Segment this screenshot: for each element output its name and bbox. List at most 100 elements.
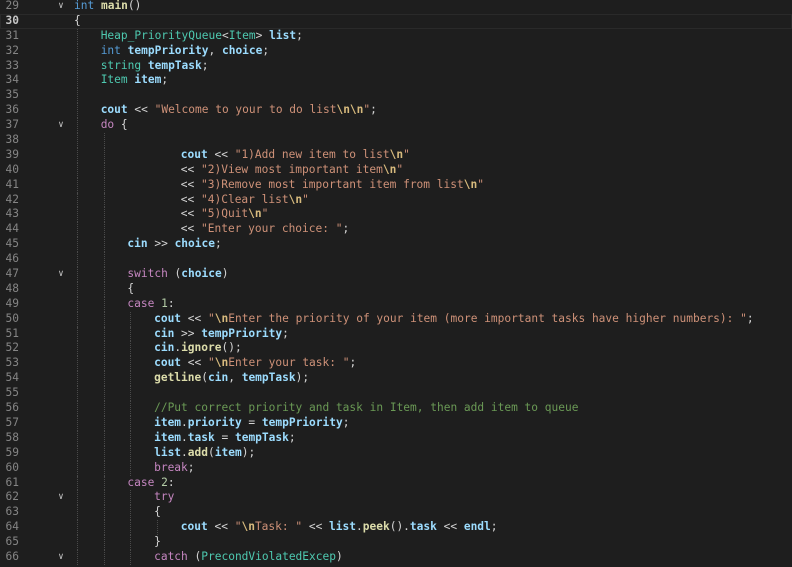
- code-token: ,: [228, 371, 242, 385]
- code-text: break;: [154, 461, 194, 476]
- code-line[interactable]: 44 << "Enter your choice: ";: [0, 222, 792, 238]
- code-line[interactable]: 53 cout << "\nEnter your task: ";: [0, 356, 792, 372]
- code-text: case 1:: [127, 297, 174, 312]
- indent-guide: [103, 207, 105, 223]
- code-line[interactable]: 47 ∨ switch (choice): [0, 267, 792, 282]
- code-text: int tempPriority, choice;: [101, 44, 269, 59]
- code-line[interactable]: 52 cin.ignore();: [0, 341, 792, 357]
- code-line[interactable]: 35: [0, 88, 792, 104]
- indent-guide: [130, 371, 132, 387]
- indent-guide: [103, 549, 105, 565]
- code-text: case 2:: [127, 476, 174, 491]
- code-token: \n: [389, 147, 404, 161]
- code-token: \n: [248, 207, 262, 221]
- fold-chevron-icon[interactable]: ∨: [55, 550, 67, 565]
- code-text: }: [154, 535, 161, 550]
- code-line[interactable]: 59 list.add(item);: [0, 445, 792, 461]
- line-number: 29: [5, 0, 19, 12]
- code-line[interactable]: 30 {: [0, 13, 792, 29]
- code-token: ;: [490, 520, 498, 534]
- line-number: 51: [5, 326, 19, 340]
- code-line[interactable]: 45 cin >> choice;: [0, 237, 792, 253]
- code-token: 1: [161, 296, 168, 310]
- code-line[interactable]: 55: [0, 386, 792, 402]
- indent-guide: [130, 549, 132, 565]
- code-line[interactable]: 49 case 1:: [0, 296, 792, 312]
- code-text: item.priority = tempPriority;: [154, 416, 349, 431]
- indent-guide: [103, 267, 105, 282]
- code-line[interactable]: 48 {: [0, 281, 792, 297]
- code-token: ;: [161, 73, 169, 87]
- code-line[interactable]: 64 cout << "\nTask: " << list.peek().task…: [0, 520, 792, 536]
- code-token: >>: [174, 326, 202, 340]
- code-line[interactable]: 41 << "3)Remove most important item from …: [0, 177, 792, 193]
- code-token: cout: [100, 103, 128, 117]
- code-text: cin >> choice;: [127, 237, 221, 252]
- fold-chevron-icon[interactable]: ∨: [55, 118, 67, 133]
- code-token: (: [208, 445, 215, 459]
- indent-guide: [103, 356, 105, 372]
- line-number: 46: [5, 252, 19, 266]
- code-line[interactable]: 65}: [0, 535, 792, 550]
- line-number: 31: [5, 28, 19, 42]
- code-token: case: [127, 296, 155, 310]
- indent-guide: [157, 520, 159, 536]
- line-number: 32: [5, 43, 19, 57]
- code-text: string tempTask;: [101, 59, 209, 74]
- code-line[interactable]: 63 {: [0, 505, 792, 521]
- code-line[interactable]: 46: [0, 252, 792, 268]
- indent-guide: [77, 147, 78, 163]
- code-line[interactable]: 42 << "4)Clear list\n": [0, 192, 792, 208]
- code-text: cin >> tempPriority;: [154, 327, 289, 342]
- indent-guide: [77, 535, 78, 550]
- code-line[interactable]: 62 ∨ try: [0, 490, 792, 506]
- indent-guide: [77, 252, 78, 268]
- code-token: >: [255, 28, 270, 42]
- line-number: 34: [5, 73, 19, 87]
- indent-guide: [103, 475, 105, 491]
- code-token: );: [241, 445, 256, 459]
- code-line[interactable]: 50 cout << "\nEnter the priority of your …: [0, 311, 792, 327]
- line-number: 38: [5, 133, 19, 147]
- code-token: ;: [370, 103, 377, 117]
- code-line[interactable]: 29 ∨ int main(): [0, 0, 792, 14]
- code-line[interactable]: 36 cout << "Welcome to your to do list\n\…: [0, 103, 792, 119]
- code-text: try: [154, 490, 174, 505]
- code-editor[interactable]: 29 ∨ int main() 30{31 Heap_PriorityQueue<Ite…: [0, 0, 792, 565]
- code-token: try: [154, 490, 175, 504]
- code-line[interactable]: 38: [0, 133, 792, 148]
- fold-chevron-icon[interactable]: ∨: [55, 0, 67, 14]
- code-line[interactable]: 34 Item item;: [0, 73, 792, 89]
- code-token: :: [167, 475, 175, 489]
- indent-guide: [77, 296, 78, 312]
- code-line[interactable]: 31 Heap_PriorityQueue<Item> list;: [0, 28, 792, 44]
- code-line[interactable]: 60 break;: [0, 460, 792, 476]
- code-line[interactable]: 32 int tempPriority, choice;: [0, 43, 792, 59]
- code-token: ().: [389, 520, 410, 534]
- code-text: {: [154, 505, 161, 520]
- indent-guide: [130, 430, 132, 446]
- code-token: tempTask: [241, 371, 296, 385]
- code-line[interactable]: 51 cin >> tempPriority;: [0, 326, 792, 342]
- code-line[interactable]: 58 item.task = tempTask;: [0, 430, 792, 446]
- code-token: endl: [463, 520, 491, 534]
- code-line[interactable]: 54 getline(cin, tempTask);: [0, 371, 792, 387]
- code-line[interactable]: 56 //Put correct priority and task in Ite…: [0, 401, 792, 416]
- code-line[interactable]: 39 cout << "1)Add new item to list\n": [0, 147, 792, 163]
- code-line[interactable]: 66 ∨ catch (PrecondViolatedExcep): [0, 549, 792, 565]
- fold-chevron-icon[interactable]: ∨: [55, 267, 67, 282]
- indent-guide: [77, 177, 78, 193]
- line-number: 41: [5, 177, 19, 191]
- code-line[interactable]: 33 string tempTask;: [0, 58, 792, 74]
- code-token: <<: [180, 192, 202, 206]
- line-number: 33: [5, 58, 19, 72]
- code-line[interactable]: 57 item.priority = tempPriority;: [0, 415, 792, 431]
- code-line[interactable]: 43 << "5)Quit\n": [0, 207, 792, 223]
- code-token: {: [114, 118, 128, 132]
- code-line[interactable]: 40 << "2)View most important item\n": [0, 162, 792, 178]
- fold-chevron-icon[interactable]: ∨: [55, 490, 67, 505]
- indent-guide: [77, 58, 78, 74]
- code-line[interactable]: 61 case 2:: [0, 475, 792, 491]
- code-token: .: [181, 445, 188, 459]
- code-line[interactable]: 37 ∨ do {: [0, 118, 792, 134]
